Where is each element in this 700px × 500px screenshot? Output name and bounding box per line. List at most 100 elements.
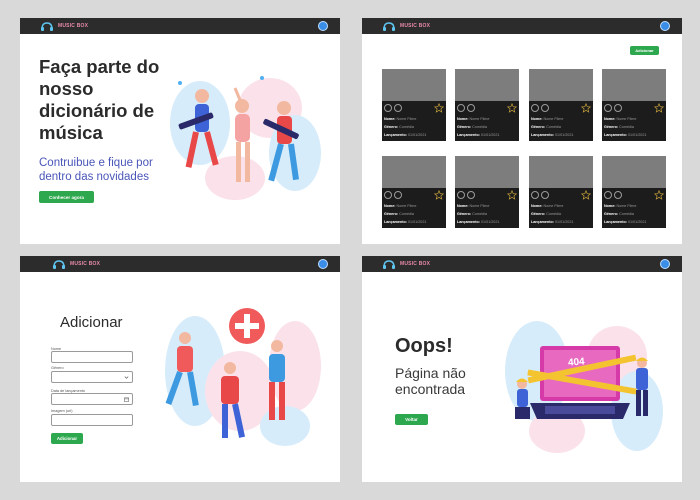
top-navbar: MUSIC BOX	[20, 18, 340, 34]
brand-name: MUSIC BOX	[400, 23, 431, 29]
card-release-line: Lançamento: 01/01/2021	[604, 133, 647, 137]
edit-icon[interactable]	[384, 191, 392, 199]
hero-title: Faça parte do nosso dicionário de música	[39, 56, 160, 143]
card-image	[455, 69, 519, 101]
release-date-input[interactable]	[51, 393, 133, 405]
card-release-line: Lançamento: 01/01/2021	[457, 133, 500, 137]
edit-icon[interactable]	[531, 191, 539, 199]
card-genre-line: Gênero: Comédia	[531, 125, 561, 129]
brand-name: MUSIC BOX	[400, 261, 431, 267]
card-image	[382, 69, 446, 101]
library-card[interactable]: Nome: Nome Filme Gênero: Comédia Lançament…	[602, 156, 666, 228]
top-navbar: MUSIC BOX	[20, 256, 340, 272]
delete-icon[interactable]	[394, 104, 402, 112]
edit-icon[interactable]	[604, 191, 612, 199]
calendar-icon	[124, 397, 129, 402]
delete-icon[interactable]	[541, 191, 549, 199]
top-navbar: MUSIC BOX	[362, 256, 682, 272]
user-avatar-icon[interactable]	[660, 21, 670, 31]
library-card[interactable]: Nome: Nome Filme Gênero: Comédia Lançament…	[602, 69, 666, 141]
delete-icon[interactable]	[614, 191, 622, 199]
star-icon[interactable]	[654, 190, 664, 200]
card-image	[529, 69, 593, 101]
card-release-line: Lançamento: 01/01/2021	[531, 220, 574, 224]
edit-icon[interactable]	[604, 104, 612, 112]
star-icon[interactable]	[581, 103, 591, 113]
image-label: Imagem (url)	[51, 409, 73, 413]
library-card[interactable]: Nome: Nome Filme Gênero: Comédia Lançament…	[455, 69, 519, 141]
edit-icon[interactable]	[531, 104, 539, 112]
card-name-line: Nome: Nome Filme	[384, 204, 417, 208]
card-genre-line: Gênero: Comédia	[384, 212, 414, 216]
brand-logo[interactable]: MUSIC BOX	[40, 21, 88, 31]
brand-logo[interactable]: MUSIC BOX	[52, 259, 100, 269]
error-code: 404	[567, 356, 586, 369]
delete-icon[interactable]	[394, 191, 402, 199]
brand-name: MUSIC BOX	[70, 261, 101, 267]
star-icon[interactable]	[434, 103, 444, 113]
card-genre-line: Gênero: Comédia	[457, 212, 487, 216]
back-button[interactable]: Voltar	[395, 414, 428, 425]
library-card[interactable]: Nome: Nome Filme Gênero: Comédia Lançament…	[382, 156, 446, 228]
star-icon[interactable]	[654, 103, 664, 113]
headphones-icon	[53, 259, 65, 269]
library-card[interactable]: Nome: Nome Filme Gênero: Comédia Lançament…	[529, 156, 593, 228]
top-navbar: MUSIC BOX	[362, 18, 682, 34]
error-title: Oops!	[395, 335, 453, 357]
star-icon[interactable]	[507, 103, 517, 113]
delete-icon[interactable]	[467, 104, 475, 112]
card-image	[602, 156, 666, 188]
star-icon[interactable]	[434, 190, 444, 200]
card-release-line: Lançamento: 01/01/2021	[457, 220, 500, 224]
delete-icon[interactable]	[614, 104, 622, 112]
user-avatar-icon[interactable]	[318, 21, 328, 31]
card-name-line: Nome: Nome Filme	[604, 204, 637, 208]
card-name-line: Nome: Nome Filme	[457, 117, 490, 121]
user-avatar-icon[interactable]	[660, 259, 670, 269]
headphones-icon	[383, 21, 395, 31]
card-genre-line: Gênero: Comédia	[604, 125, 634, 129]
name-input[interactable]	[51, 351, 133, 363]
error-subtitle: Página não encontrada	[395, 365, 466, 397]
library-card[interactable]: Nome: Nome Filme Gênero: Comédia Lançament…	[455, 156, 519, 228]
library-card[interactable]: Nome: Nome Filme Gênero: Comédia Lançament…	[382, 69, 446, 141]
card-image	[529, 156, 593, 188]
card-name-line: Nome: Nome Filme	[384, 117, 417, 121]
submit-button[interactable]: Adicionar	[51, 433, 83, 444]
delete-icon[interactable]	[467, 191, 475, 199]
headphones-icon	[383, 259, 395, 269]
user-avatar-icon[interactable]	[318, 259, 328, 269]
edit-icon[interactable]	[457, 104, 465, 112]
card-image	[382, 156, 446, 188]
library-card[interactable]: Nome: Nome Filme Gênero: Comédia Lançament…	[529, 69, 593, 141]
headphones-icon	[41, 21, 53, 31]
card-genre-line: Gênero: Comédia	[384, 125, 414, 129]
star-icon[interactable]	[581, 190, 591, 200]
card-genre-line: Gênero: Comédia	[457, 125, 487, 129]
card-release-line: Lançamento: 01/01/2021	[384, 220, 427, 224]
genre-select[interactable]	[51, 371, 133, 383]
card-genre-line: Gênero: Comédia	[604, 212, 634, 216]
edit-icon[interactable]	[384, 104, 392, 112]
card-name-line: Nome: Nome Filme	[531, 204, 564, 208]
music-band-illustration	[170, 76, 321, 200]
star-icon[interactable]	[507, 190, 517, 200]
brand-logo[interactable]: MUSIC BOX	[382, 21, 430, 31]
image-url-input[interactable]	[51, 414, 133, 426]
edit-icon[interactable]	[457, 191, 465, 199]
add-screen: MUSIC BOX Adicionar Nome Gênero Data de …	[20, 256, 340, 482]
card-genre-line: Gênero: Comédia	[531, 212, 561, 216]
card-release-line: Lançamento: 01/01/2021	[384, 133, 427, 137]
discover-button[interactable]: Conhecer agora	[39, 191, 94, 203]
add-button[interactable]: Adicionar	[630, 46, 659, 55]
error-404-illustration	[505, 321, 663, 453]
not-found-screen: MUSIC BOX Oops! Página não encontrada Vo…	[362, 256, 682, 482]
home-screen: MUSIC BOX Faça parte do nosso dicionário…	[20, 18, 340, 244]
card-name-line: Nome: Nome Filme	[531, 117, 564, 121]
delete-icon[interactable]	[541, 104, 549, 112]
card-release-line: Lançamento: 01/01/2021	[531, 133, 574, 137]
genre-label: Gênero	[51, 366, 64, 370]
chevron-down-icon	[124, 376, 129, 379]
brand-logo[interactable]: MUSIC BOX	[382, 259, 430, 269]
card-release-line: Lançamento: 01/01/2021	[604, 220, 647, 224]
